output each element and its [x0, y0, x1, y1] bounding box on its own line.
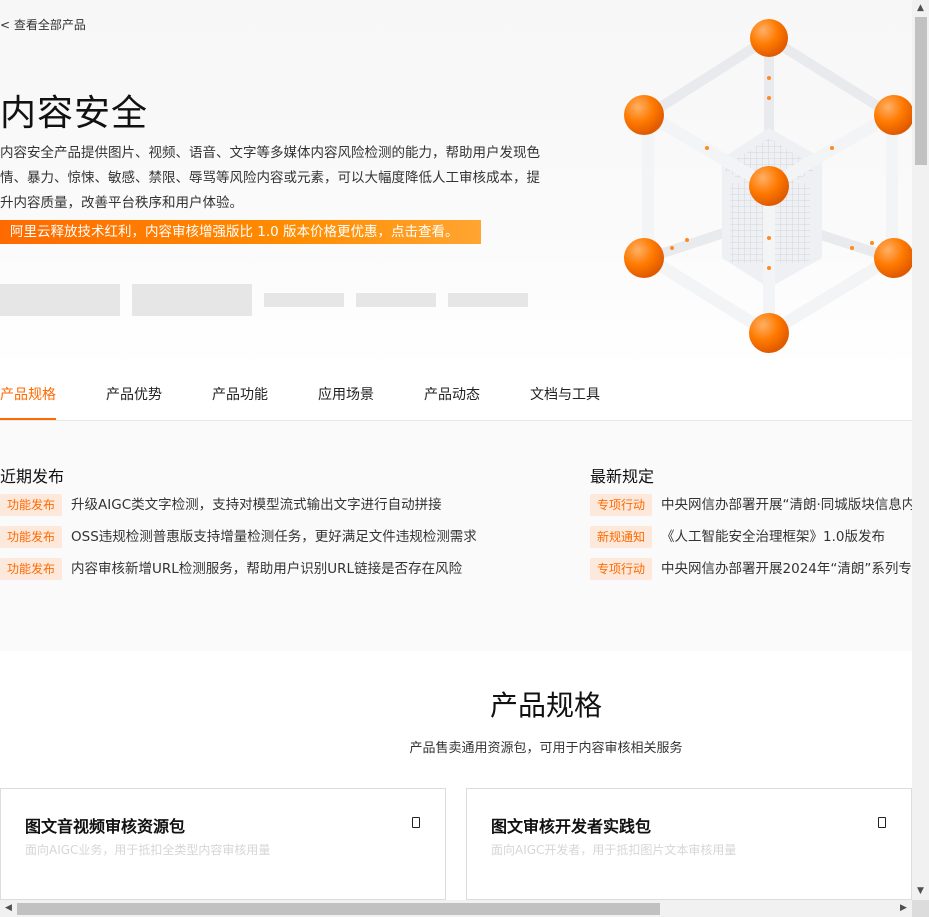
cube-icon — [624, 19, 912, 353]
scroll-left-icon[interactable]: ◀ — [0, 900, 17, 917]
horizontal-scroll-thumb[interactable] — [17, 903, 660, 915]
regulation-item[interactable]: 专项行动 中央网信办部署开展“清朗·同城版块信息内容 — [590, 493, 912, 517]
news-item-text[interactable]: 升级AIGC类文字检测，支持对模型流式输出文字进行自动拼接 — [71, 497, 442, 513]
tab-product-specs[interactable]: 产品规格 — [0, 370, 56, 420]
document-icon[interactable] — [412, 817, 420, 828]
regulation-item-text[interactable]: 《人工智能安全治理框架》1.0版发布 — [661, 529, 885, 545]
news-item-text[interactable]: 内容审核新增URL检测服务，帮助用户识别URL链接是否存在风险 — [71, 561, 462, 577]
scroll-down-icon[interactable]: ▼ — [912, 883, 929, 900]
regulation-item-text[interactable]: 中央网信办部署开展2024年“清朗”系列专项 — [661, 561, 912, 577]
regulation-item-text[interactable]: 中央网信办部署开展“清朗·同城版块信息内容 — [661, 497, 912, 513]
regulation-tag: 新规通知 — [590, 526, 653, 548]
vertical-scroll-thumb[interactable] — [915, 17, 927, 165]
section-subtitle: 产品售卖通用资源包，可用于内容审核相关服务 — [409, 741, 683, 756]
promo-banner[interactable]: 阿里云释放技术红利，内容审核增强版比 1.0 版本价格更优惠，点击查看。 — [0, 220, 481, 244]
news-section: 近期发布 功能发布 升级AIGC类文字检测，支持对模型流式输出文字进行自动拼接 功… — [0, 421, 912, 651]
placeholder-link — [356, 293, 436, 307]
scroll-up-icon[interactable]: ▲ — [912, 0, 929, 17]
placeholder-button — [0, 284, 120, 316]
product-tab-bar: 产品规格 产品优势 产品功能 应用场景 产品动态 文档与工具 — [0, 370, 912, 421]
tab-product-news[interactable]: 产品动态 — [424, 370, 480, 420]
placeholder-button — [132, 284, 252, 316]
news-tag: 功能发布 — [0, 558, 63, 580]
news-tag: 功能发布 — [0, 494, 63, 516]
spec-card-desc: 面向AIGC开发者，用于抵扣图片文本审核用量 — [491, 843, 737, 857]
news-item[interactable]: 功能发布 OSS违规检测普惠版支持增量检测任务，更好满足文件违规检测需求 — [0, 525, 477, 549]
scroll-right-icon[interactable]: ▶ — [895, 900, 912, 917]
section-title: 产品规格 — [489, 689, 602, 722]
placeholder-link — [264, 293, 344, 307]
product-description: 内容安全产品提供图片、视频、语音、文字等多媒体内容风险检测的能力，帮助用户发现色… — [0, 145, 540, 211]
news-item[interactable]: 功能发布 升级AIGC类文字检测，支持对模型流式输出文字进行自动拼接 — [0, 493, 442, 517]
regulation-item[interactable]: 新规通知 《人工智能安全治理框架》1.0版发布 — [590, 525, 912, 549]
scrollbar-corner — [912, 900, 929, 917]
latest-regulations-heading: 最新规定 — [590, 467, 655, 486]
spec-card-desc: 面向AIGC业务，用于抵扣全类型内容审核用量 — [25, 843, 271, 857]
spec-card[interactable]: 图文审核开发者实践包 面向AIGC开发者，用于抵扣图片文本审核用量 — [466, 788, 912, 900]
recent-releases-heading: 近期发布 — [0, 467, 65, 486]
view-all-products-link[interactable]: < 查看全部产品 — [0, 16, 86, 33]
document-icon[interactable] — [878, 817, 886, 828]
news-item[interactable]: 功能发布 内容审核新增URL检测服务，帮助用户识别URL链接是否存在风险 — [0, 557, 462, 581]
hero-banner: < 查看全部产品 内容安全 内容安全产品提供图片、视频、语音、文字等多媒体内容风… — [0, 0, 912, 370]
tab-docs-tools[interactable]: 文档与工具 — [530, 370, 600, 420]
regulation-item[interactable]: 专项行动 中央网信办部署开展2024年“清朗”系列专项 — [590, 557, 912, 581]
news-tag: 功能发布 — [0, 526, 63, 548]
spec-card[interactable]: 图文音视频审核资源包 面向AIGC业务，用于抵扣全类型内容审核用量 — [0, 788, 446, 900]
news-item-text[interactable]: OSS违规检测普惠版支持增量检测任务，更好满足文件违规检测需求 — [71, 529, 477, 545]
tab-product-features[interactable]: 产品功能 — [212, 370, 268, 420]
tab-use-cases[interactable]: 应用场景 — [318, 370, 374, 420]
placeholder-link — [448, 293, 528, 307]
regulation-tag: 专项行动 — [590, 494, 653, 516]
spec-card-title: 图文审核开发者实践包 — [491, 817, 652, 836]
page-title: 内容安全 — [0, 93, 149, 134]
regulation-tag: 专项行动 — [590, 558, 653, 580]
tab-product-advantages[interactable]: 产品优势 — [106, 370, 162, 420]
spec-card-title: 图文音视频审核资源包 — [25, 817, 186, 836]
